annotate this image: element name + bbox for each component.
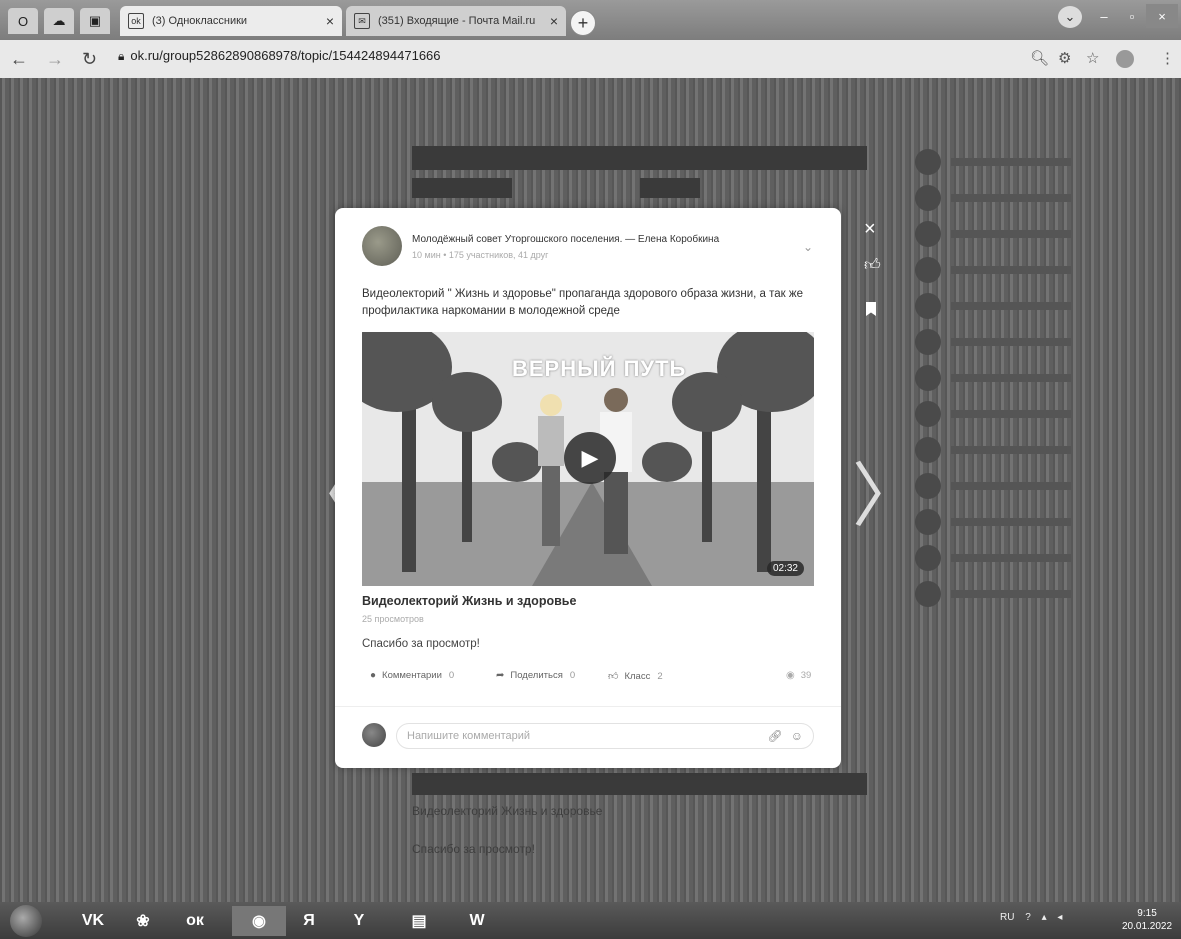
views-counter: ◉ 39 [786, 670, 811, 681]
views-count: 39 [800, 670, 812, 681]
tab-title: (351) Входящие - Почта Mail.ru [378, 15, 536, 27]
help-icon[interactable]: ? [1025, 912, 1031, 923]
system-tray: RU ? ▴ ◂ [1000, 912, 1062, 923]
url-text: ok.ru/group52862890868978/topic/15442489… [130, 48, 441, 63]
like-thumb-icon[interactable]: 👍︎ [864, 256, 881, 275]
pinned-tab-cloud-icon[interactable]: ☁ [44, 8, 74, 34]
eye-icon: ◉ [786, 670, 795, 681]
tab-title: (3) Одноклассники [152, 15, 248, 27]
minimize-button[interactable]: – [1090, 4, 1118, 28]
close-tab-icon[interactable]: × [326, 13, 334, 29]
mail-favicon-icon: ✉ [354, 13, 370, 29]
post-meta: 10 мин • 175 участников, 41 друг [412, 250, 549, 260]
background-caption: Спасибо за просмотр! [412, 842, 535, 856]
yandex-ya-icon[interactable]: Я [290, 906, 328, 936]
close-tab-icon[interactable]: × [550, 13, 558, 29]
yandex-browser-icon[interactable]: Y [340, 906, 378, 936]
group-avatar[interactable] [362, 226, 402, 266]
clock-time: 9:15 [1137, 908, 1157, 919]
pinned-tab-app-icon[interactable]: ▣ [80, 8, 110, 34]
address-bar-row: ← → ↻ 🔒︎ ok.ru/group52862890868978/topic/… [0, 40, 1181, 78]
back-arrow-icon[interactable]: ← [10, 49, 28, 70]
bookmark-star-icon[interactable]: ☆ [1086, 49, 1099, 67]
video-title[interactable]: Видеолекторий Жизнь и здоровье [362, 594, 576, 608]
media-player-icon[interactable]: ❀ [124, 906, 162, 936]
start-button[interactable] [10, 905, 42, 937]
background-right-list [915, 148, 1165, 616]
odnoklassniki-icon[interactable]: ок [176, 906, 214, 936]
profile-avatar-icon[interactable] [1116, 50, 1134, 68]
video-views: 25 просмотров [362, 614, 424, 624]
background-block [640, 178, 700, 198]
zoom-icon[interactable]: 🔍︎ [1030, 49, 1049, 67]
video-duration: 02:32 [766, 561, 804, 576]
attach-paperclip-icon[interactable]: 🔗︎ [768, 729, 783, 743]
background-header-bar [412, 146, 867, 170]
share-arrow-icon: ➦ [496, 670, 505, 681]
tab-odnoklassniki[interactable]: ok (3) Одноклассники × [120, 6, 342, 36]
post-modal: Молодёжный совет Уторгошского поселения.… [335, 208, 841, 768]
divider [335, 706, 841, 707]
clock[interactable]: 9:15 20.01.2022 [1122, 907, 1172, 933]
comments-label: Комментарии [382, 670, 442, 681]
like-button[interactable]: 👍︎ Класс 2 [608, 670, 663, 683]
like-label: Класс [624, 670, 651, 682]
browser-tab-bar: O ☁ ▣ ok (3) Одноклассники × ✉ (351) Вхо… [0, 0, 1181, 40]
comments-count: 0 [448, 670, 455, 681]
comments-button[interactable]: ● Комментарии 0 [370, 670, 454, 681]
menu-dots-icon[interactable]: ⋮ [1160, 49, 1175, 67]
forward-arrow-icon[interactable]: → [46, 49, 64, 70]
background-video-title: Видеолекторий Жизнь и здоровье [412, 804, 603, 818]
comment-input[interactable]: Напишите комментарий 🔗︎ ☺ [396, 723, 814, 749]
smiley-icon[interactable]: ☺ [791, 729, 803, 743]
comment-placeholder: Напишите комментарий [407, 730, 531, 742]
reload-icon[interactable]: ↻ [82, 49, 97, 70]
background-block [412, 178, 512, 198]
language-indicator[interactable]: RU [1000, 912, 1014, 923]
next-arrow-icon[interactable]: 〉 [852, 440, 922, 541]
ok-favicon-icon: ok [128, 13, 144, 29]
file-explorer-icon[interactable]: ▤ [400, 906, 438, 936]
vk-icon[interactable]: VK [74, 906, 112, 936]
lock-icon: 🔒︎ [118, 49, 125, 63]
close-window-button[interactable]: × [1146, 4, 1178, 28]
like-thumb-icon: 👍︎ [608, 671, 619, 682]
video-overlay-title: ВЕРНЫЙ ПУТЬ [512, 356, 687, 381]
like-count: 2 [657, 670, 663, 682]
windows-taskbar: VK ❀ ок ◉ Я Y ▤ W RU ? ▴ ◂ 9:15 20.01.20… [0, 902, 1181, 939]
clock-date: 20.01.2022 [1122, 921, 1173, 932]
share-button[interactable]: ➦ Поделиться 0 [496, 670, 575, 681]
network-icon[interactable]: ▴ [1042, 912, 1047, 923]
pinned-tab-opera-icon[interactable]: O [8, 8, 38, 34]
post-caption: Спасибо за просмотр! [362, 638, 480, 650]
tab-mail[interactable]: ✉ (351) Входящие - Почта Mail.ru × [346, 6, 566, 36]
volume-icon[interactable]: ◂ [1057, 912, 1062, 923]
new-tab-button[interactable]: + [570, 10, 596, 36]
url-field[interactable]: 🔒︎ ok.ru/group52862890868978/topic/154424… [118, 48, 441, 64]
comment-bubble-icon: ● [370, 670, 377, 681]
word-icon[interactable]: W [458, 906, 496, 936]
post-text: Видеолекторий " Жизнь и здоровье" пропаг… [362, 288, 803, 317]
maximize-button[interactable]: ▫ [1118, 4, 1146, 28]
post-actions-bar: ● Комментарии 0 ➦ Поделиться 0 👍︎ Класс … [362, 670, 818, 690]
play-icon[interactable]: ▶ [564, 432, 616, 484]
chrome-icon[interactable]: ◉ [232, 906, 286, 936]
share-label: Поделиться [510, 670, 563, 681]
post-author[interactable]: Молодёжный совет Уторгошского поселения.… [412, 234, 719, 245]
user-avatar [362, 723, 386, 747]
extension-icon[interactable]: ⚙ [1058, 49, 1071, 67]
profile-dropdown-icon[interactable]: ⌄ [1058, 6, 1082, 28]
video-player[interactable]: ВЕРНЫЙ ПУТЬ ▶ 02:32 [362, 332, 814, 586]
post-options-icon[interactable]: ⌄ [803, 240, 813, 254]
close-modal-icon[interactable]: × [864, 218, 876, 241]
share-count: 0 [569, 670, 576, 681]
background-block [412, 773, 867, 795]
